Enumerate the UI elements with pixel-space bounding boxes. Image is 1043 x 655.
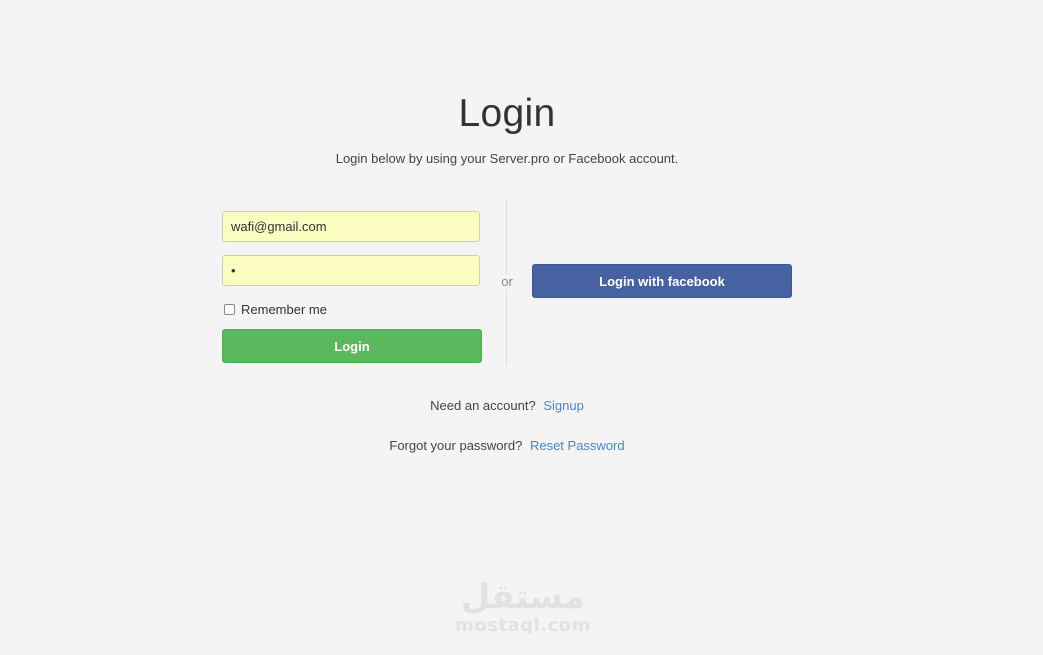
page-title: Login xyxy=(458,92,556,135)
login-button[interactable]: Login xyxy=(222,329,482,363)
signup-link[interactable]: Signup xyxy=(543,398,583,413)
page-subtitle: Login below by using your Server.pro or … xyxy=(335,151,679,166)
watermark-arabic: مستقل xyxy=(460,577,586,617)
password-field[interactable] xyxy=(222,255,480,286)
mostaql-watermark: مستقل mostaql.com xyxy=(420,578,626,636)
facebook-login-button[interactable]: Login with facebook xyxy=(532,264,792,298)
remember-me[interactable]: Remember me xyxy=(224,302,327,317)
or-separator: or xyxy=(494,274,520,289)
remember-checkbox[interactable] xyxy=(224,304,235,315)
signup-line: Need an account? Signup xyxy=(0,398,1014,413)
reset-password-link[interactable]: Reset Password xyxy=(530,438,625,453)
reset-password-line: Forgot your password? Reset Password xyxy=(0,438,1014,453)
email-field[interactable] xyxy=(222,211,480,242)
reset-prompt: Forgot your password? xyxy=(389,438,523,453)
signup-prompt: Need an account? xyxy=(430,398,536,413)
watermark-latin: mostaql.com xyxy=(455,615,591,636)
remember-label: Remember me xyxy=(241,302,327,317)
